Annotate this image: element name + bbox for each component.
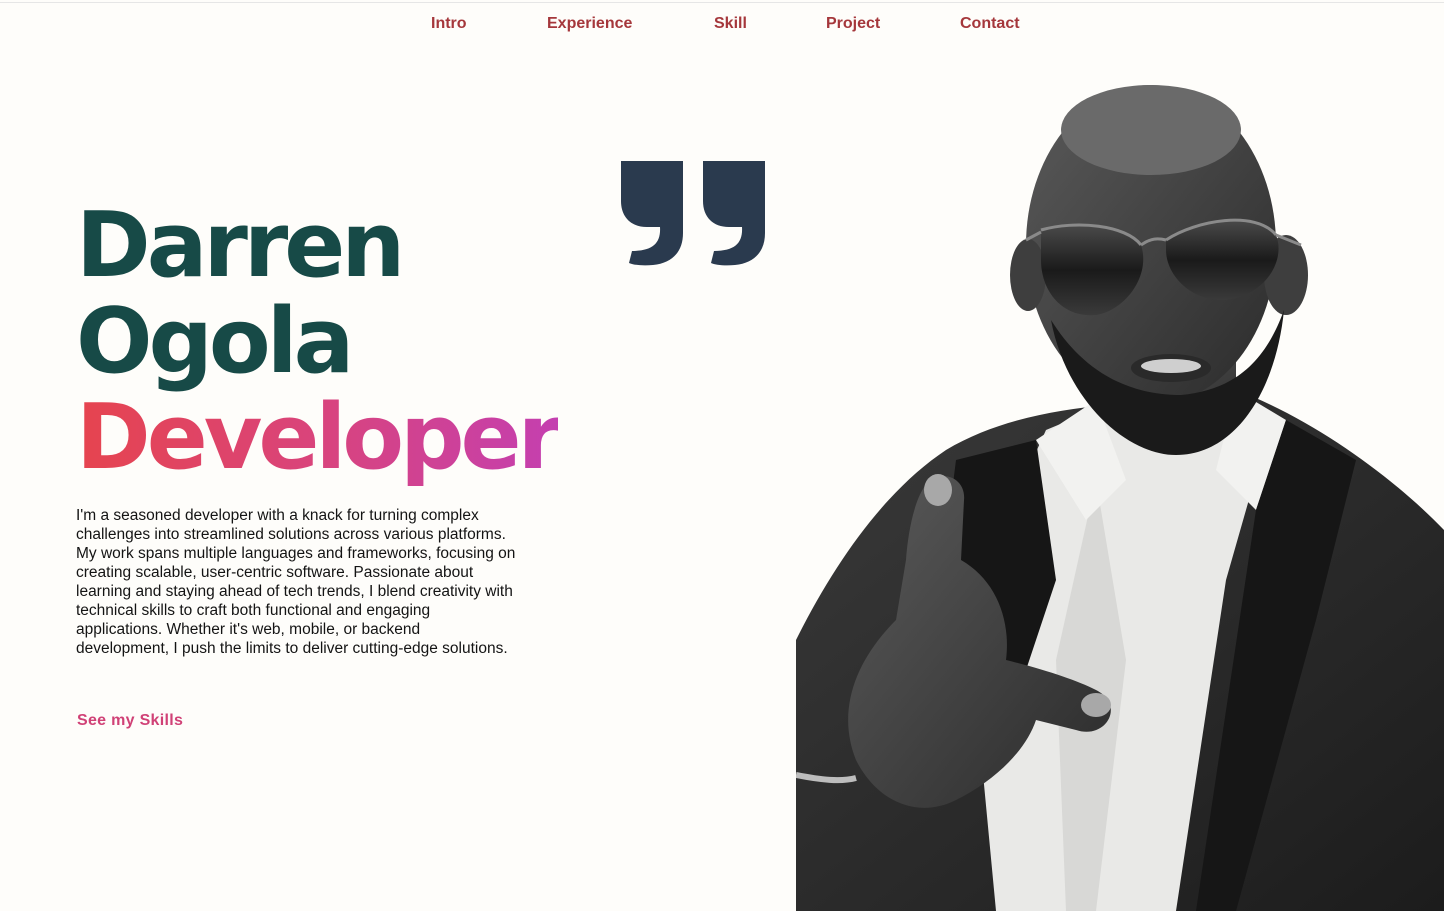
- main-nav: Intro Experience Skill Project Contact: [0, 15, 1444, 37]
- hero-first-name: Darren: [76, 193, 405, 298]
- nav-link-contact[interactable]: Contact: [960, 15, 1020, 33]
- hero-role: Developer: [76, 385, 562, 490]
- nav-link-project[interactable]: Project: [826, 15, 880, 33]
- nav-link-skill[interactable]: Skill: [714, 15, 747, 33]
- hero-bio: I'm a seasoned developer with a knack fo…: [76, 507, 516, 657]
- profile-photo: [796, 85, 1444, 911]
- closing-quote-icon: [621, 161, 765, 266]
- nav-link-experience[interactable]: Experience: [547, 15, 632, 33]
- nav-link-intro[interactable]: Intro: [431, 15, 467, 33]
- hero-last-name: Ogola: [76, 289, 354, 394]
- top-divider: [0, 2, 1444, 3]
- see-skills-link[interactable]: See my Skills: [77, 712, 183, 730]
